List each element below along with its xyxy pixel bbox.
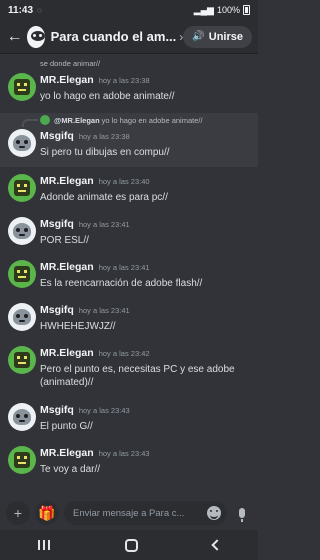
- avatar[interactable]: [8, 346, 36, 374]
- timestamp: hoy a las 23:40: [98, 177, 150, 186]
- message[interactable]: MR.Elegan hoy a las 23:38 yo lo hago en …: [0, 69, 258, 111]
- author-name[interactable]: MR.Elegan: [40, 347, 94, 359]
- home-icon[interactable]: [124, 538, 138, 552]
- avatar[interactable]: [8, 446, 36, 474]
- message-input-placeholder[interactable]: Enviar mensaje a Para c...: [73, 508, 207, 519]
- recent-apps-icon[interactable]: [37, 540, 50, 550]
- timestamp: hoy a las 23:41: [78, 306, 130, 315]
- author-name[interactable]: Msgifq: [40, 304, 74, 316]
- message-text: El punto G//: [40, 421, 93, 432]
- message-header: Msgifq hoy a las 23:41: [40, 218, 130, 230]
- avatar[interactable]: [8, 403, 36, 431]
- gift-icon[interactable]: 🎁: [35, 501, 59, 525]
- message[interactable]: @MR.Elegan yo lo hago en adobe animate//…: [0, 113, 258, 167]
- message-header: MR.Elegan hoy a las 23:42: [40, 347, 150, 359]
- author-name[interactable]: MR.Elegan: [40, 261, 94, 273]
- smile-icon[interactable]: [207, 506, 221, 520]
- message[interactable]: Msgifq hoy a las 23:43 El punto G//: [0, 399, 258, 441]
- author-name[interactable]: MR.Elegan: [40, 175, 94, 187]
- avatar[interactable]: [8, 303, 36, 331]
- avatar[interactable]: [8, 174, 36, 202]
- speaker-icon: 🔊: [192, 31, 205, 42]
- join-voice-button[interactable]: 🔊 Unirse: [183, 25, 252, 48]
- author-name[interactable]: MR.Elegan: [40, 447, 94, 459]
- reply-avatar: [40, 115, 50, 125]
- message-text: Es la reencarnación de adobe flash//: [40, 278, 203, 289]
- message[interactable]: MR.Elegan hoy a las 23:42 Pero el punto …: [0, 342, 258, 398]
- message-text: POR ESL//: [40, 235, 89, 246]
- author-name[interactable]: Msgifq: [40, 130, 74, 142]
- message-header: MR.Elegan hoy a las 23:40: [40, 175, 150, 187]
- timestamp: hoy a las 23:41: [78, 220, 130, 229]
- system-nav-bar: [0, 530, 258, 560]
- message[interactable]: MR.Elegan hoy a las 23:41 Es la reencarn…: [0, 256, 258, 298]
- notification-icon: ◌: [37, 5, 42, 15]
- composer-bar: + 🎁 Enviar mensaje a Para c...: [0, 497, 258, 529]
- message-text: Adonde animate es para pc//: [40, 192, 168, 203]
- channel-icon: [27, 25, 45, 48]
- message[interactable]: MR.Elegan hoy a las 23:40 Adonde animate…: [0, 170, 258, 212]
- timestamp: hoy a las 23:41: [98, 263, 150, 272]
- signal-icon: ▂▄▆: [193, 4, 214, 15]
- avatar[interactable]: [8, 129, 36, 157]
- reply-text: yo lo hago en adobe animate//: [101, 115, 203, 125]
- message[interactable]: MR.Elegan hoy a las 23:43 Te voy a dar//: [0, 442, 258, 484]
- message-text: Si pero tu dibujas en compu//: [40, 147, 170, 158]
- author-name[interactable]: Msgifq: [40, 404, 74, 416]
- reply-author: @MR.Elegan: [54, 115, 100, 125]
- author-name[interactable]: MR.Elegan: [40, 74, 94, 86]
- join-label: Unirse: [208, 30, 243, 43]
- battery-icon: [243, 5, 250, 15]
- status-time: 11:43: [8, 4, 34, 16]
- channel-header: ← Para cuando el am... › 🔊 Unirse: [0, 20, 258, 54]
- status-right: ▂▄▆ 100%: [194, 5, 250, 16]
- message-text: yo lo hago en adobe animate//: [40, 91, 175, 102]
- reply-reference[interactable]: @MR.Elegan yo lo hago en adobe animate//: [40, 115, 203, 125]
- message[interactable]: Msgifq hoy a las 23:41 HWHEHEJWJZ//: [0, 299, 258, 341]
- message-header: Msgifq hoy a las 23:43: [40, 404, 130, 416]
- arrow-left-icon[interactable]: ←: [6, 26, 23, 48]
- message-header: MR.Elegan hoy a las 23:41: [40, 261, 150, 273]
- timestamp: hoy a las 23:38: [98, 76, 150, 85]
- timestamp: hoy a las 23:43: [98, 449, 150, 458]
- avatar[interactable]: [8, 260, 36, 288]
- timestamp: hoy a las 23:43: [78, 406, 130, 415]
- author-name[interactable]: Msgifq: [40, 218, 74, 230]
- status-bar: 11:43 ◌ ▂▄▆ 100%: [0, 0, 258, 20]
- message-header: Msgifq hoy a las 23:41: [40, 304, 130, 316]
- battery-percent: 100%: [216, 5, 240, 15]
- timestamp: hoy a las 23:38: [78, 132, 130, 141]
- channel-title[interactable]: Para cuando el am...: [51, 29, 177, 44]
- avatar[interactable]: [8, 217, 36, 245]
- truncated-message-text: se donde animar//: [40, 59, 101, 68]
- timestamp: hoy a las 23:42: [98, 349, 150, 358]
- message-header: MR.Elegan hoy a las 23:43: [40, 447, 150, 459]
- message-list[interactable]: se donde animar// MR.Elegan hoy a las 23…: [0, 55, 258, 495]
- message-header: Msgifq hoy a las 23:38: [40, 130, 130, 142]
- reply-connector: [22, 119, 38, 127]
- back-icon[interactable]: [210, 539, 223, 551]
- avatar[interactable]: [8, 73, 36, 101]
- plus-icon[interactable]: +: [6, 501, 30, 525]
- mic-icon[interactable]: [232, 501, 252, 525]
- message-text: Pero el punto es, necesitas PC y ese ado…: [40, 364, 235, 388]
- message[interactable]: Msgifq hoy a las 23:41 POR ESL//: [0, 213, 258, 255]
- message-text: Te voy a dar//: [40, 464, 101, 475]
- message-header: MR.Elegan hoy a las 23:38: [40, 74, 150, 86]
- message-text: HWHEHEJWJZ//: [40, 321, 116, 332]
- message-input[interactable]: Enviar mensaje a Para c...: [64, 501, 227, 525]
